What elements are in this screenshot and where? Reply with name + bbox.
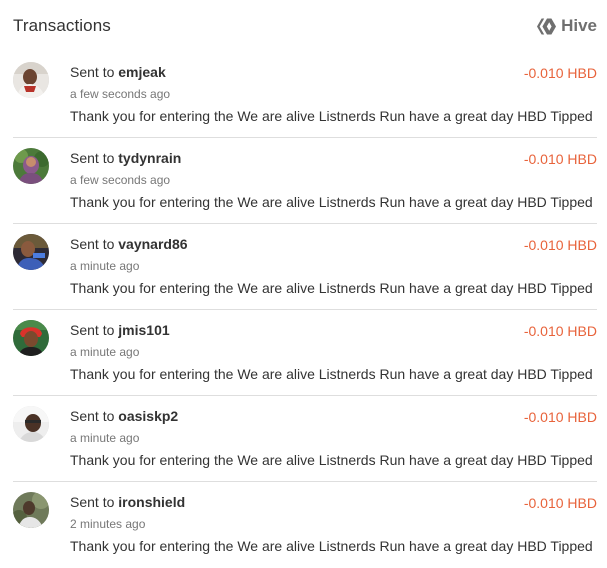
transaction-description: Sent to emjeak (70, 64, 166, 80)
transaction-row: Sent to oasiskp2 a minute ago Thank you … (13, 396, 597, 482)
avatar[interactable] (13, 406, 49, 442)
avatar[interactable] (13, 148, 49, 184)
transaction-description: Sent to ironshield (70, 494, 185, 510)
transaction-memo: Thank you for entering the We are alive … (70, 194, 593, 210)
transaction-time: a minute ago (70, 259, 140, 273)
avatar[interactable] (13, 234, 49, 270)
recipient-username[interactable]: emjeak (118, 64, 165, 80)
transaction-row: Sent to ironshield 2 minutes ago Thank y… (13, 482, 597, 568)
transaction-memo: Thank you for entering the We are alive … (70, 366, 593, 382)
recipient-username[interactable]: tydynrain (118, 150, 181, 166)
transaction-amount: -0.010 HBD (523, 323, 597, 339)
transaction-list: Sent to emjeak a few seconds ago Thank y… (13, 52, 597, 568)
panel-header: Transactions Hive (13, 0, 597, 52)
transaction-prefix: Sent to (70, 322, 119, 338)
transaction-prefix: Sent to (70, 150, 119, 166)
transaction-amount: -0.010 HBD (523, 65, 597, 81)
avatar[interactable] (13, 62, 49, 98)
transaction-prefix: Sent to (70, 408, 119, 424)
transaction-memo: Thank you for entering the We are alive … (70, 108, 593, 124)
transaction-prefix: Sent to (70, 236, 119, 252)
transaction-prefix: Sent to (70, 494, 119, 510)
recipient-username[interactable]: oasiskp2 (118, 408, 178, 424)
hive-brand-label: Hive (561, 16, 597, 35)
transactions-panel: Transactions Hive Sent to emjeak a few s… (0, 0, 607, 568)
transaction-memo: Thank you for entering the We are alive … (70, 452, 593, 468)
avatar[interactable] (13, 320, 49, 356)
transaction-row: Sent to jmis101 a minute ago Thank you f… (13, 310, 597, 396)
transaction-prefix: Sent to (70, 64, 119, 80)
transaction-description: Sent to oasiskp2 (70, 408, 178, 424)
transaction-description: Sent to vaynard86 (70, 236, 188, 252)
recipient-username[interactable]: jmis101 (118, 322, 169, 338)
transaction-amount: -0.010 HBD (523, 151, 597, 167)
transaction-row: Sent to vaynard86 a minute ago Thank you… (13, 224, 597, 310)
transaction-amount: -0.010 HBD (523, 237, 597, 253)
transaction-amount: -0.010 HBD (523, 495, 597, 511)
transaction-time: a minute ago (70, 431, 140, 445)
transaction-description: Sent to jmis101 (70, 322, 170, 338)
transaction-description: Sent to tydynrain (70, 150, 181, 166)
transaction-time: a few seconds ago (70, 173, 171, 187)
avatar[interactable] (13, 492, 49, 528)
hive-logo-icon (537, 18, 557, 35)
transaction-row: Sent to tydynrain a few seconds ago Than… (13, 138, 597, 224)
hive-brand-link[interactable]: Hive (537, 16, 597, 36)
transaction-amount: -0.010 HBD (523, 409, 597, 425)
transaction-memo: Thank you for entering the We are alive … (70, 280, 593, 296)
transaction-row: Sent to emjeak a few seconds ago Thank y… (13, 52, 597, 138)
recipient-username[interactable]: ironshield (118, 494, 185, 510)
panel-title: Transactions (13, 16, 111, 35)
recipient-username[interactable]: vaynard86 (118, 236, 187, 252)
transaction-time: 2 minutes ago (70, 517, 146, 531)
transaction-memo: Thank you for entering the We are alive … (70, 538, 593, 554)
transaction-time: a few seconds ago (70, 87, 171, 101)
transaction-time: a minute ago (70, 345, 140, 359)
